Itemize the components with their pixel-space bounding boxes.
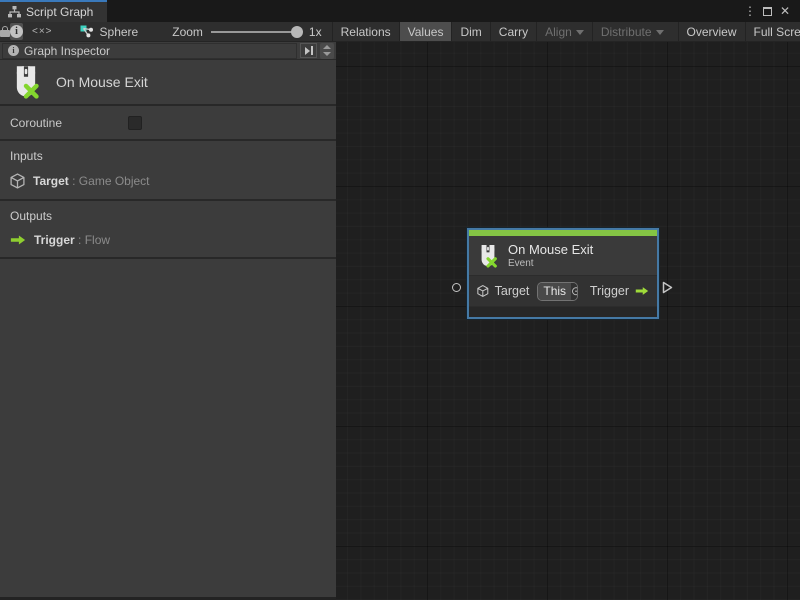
zoom-label: Zoom xyxy=(172,25,203,39)
graph-inspector-title: Graph Inspector xyxy=(24,44,110,58)
inputs-heading: Inputs xyxy=(10,149,326,163)
tab-script-graph[interactable]: Script Graph xyxy=(0,0,107,22)
overview-button[interactable]: Overview xyxy=(678,22,745,41)
lock-button[interactable] xyxy=(0,22,10,41)
trigger-port-label: Trigger xyxy=(590,284,629,298)
arrow-up-icon xyxy=(323,45,331,49)
flow-arrow-icon xyxy=(10,234,26,246)
output-type: : Flow xyxy=(78,233,110,247)
node-header[interactable]: On Mouse Exit Event xyxy=(469,236,657,275)
event-header: On Mouse Exit xyxy=(0,60,336,106)
window-controls: ⋮ ✕ xyxy=(743,0,800,22)
target-value[interactable]: This xyxy=(538,283,571,300)
inspector-toggle-button[interactable]: i xyxy=(10,23,23,40)
tab-bar: Script Graph ⋮ ✕ xyxy=(0,0,800,22)
outputs-section: Outputs Trigger : Flow xyxy=(0,201,336,259)
target-port-label: Target xyxy=(495,284,530,298)
event-title: On Mouse Exit xyxy=(56,74,148,90)
info-icon: i xyxy=(8,45,19,56)
zoom-slider[interactable] xyxy=(211,22,301,42)
node-subtitle: Event xyxy=(508,258,593,269)
trigger-arrow-icon[interactable] xyxy=(635,285,649,297)
lock-icon xyxy=(0,26,10,37)
output-trigger-row: Trigger : Flow xyxy=(10,233,326,247)
mouse-exit-icon xyxy=(477,244,499,268)
tab-label: Script Graph xyxy=(26,5,93,19)
node-output-edge-port[interactable] xyxy=(662,281,673,294)
graph-inspector-titlebox: i Graph Inspector xyxy=(2,43,297,59)
node-footer xyxy=(469,306,657,317)
node-port-row: Target This ⊙ Trigger xyxy=(469,275,657,306)
input-type: : Game Object xyxy=(72,174,149,188)
distribute-button[interactable]: Distribute xyxy=(592,22,672,41)
input-target-row: Target : Game Object xyxy=(10,173,326,189)
dock-arrow-icon xyxy=(305,47,310,55)
script-graph-window: Script Graph ⋮ ✕ i <×> Sp xyxy=(0,0,800,600)
input-name: Target xyxy=(33,174,69,188)
info-icon: i xyxy=(10,25,23,38)
outputs-heading: Outputs xyxy=(10,209,326,223)
target-object-picker[interactable]: This ⊙ xyxy=(537,282,578,301)
menu-icon[interactable]: ⋮ xyxy=(743,4,757,18)
graph-object-label: Sphere xyxy=(100,25,139,39)
graph-inspector-panel: i Graph Inspector On Mouse Exit xyxy=(0,42,336,597)
code-icon: <×> xyxy=(32,26,53,37)
dim-button[interactable]: Dim xyxy=(451,22,489,41)
toolbar-buttons: Relations Values Dim Carry Align Distrib… xyxy=(332,22,800,41)
panel-scroll-spinner[interactable] xyxy=(320,43,334,59)
graph-canvas[interactable]: On Mouse Exit Event Target This ⊙ Trigge… xyxy=(336,42,800,600)
script-graph-icon xyxy=(8,6,21,18)
values-button[interactable]: Values xyxy=(399,22,452,41)
align-button[interactable]: Align xyxy=(536,22,592,41)
zoom-value: 1x xyxy=(309,25,322,39)
script-graph-asset-icon xyxy=(80,25,94,38)
dropdown-caret-icon xyxy=(576,30,584,35)
coroutine-checkbox[interactable] xyxy=(128,116,142,130)
zoom-slider-track[interactable] xyxy=(211,31,301,33)
dropdown-caret-icon xyxy=(656,30,664,35)
carry-button[interactable]: Carry xyxy=(490,22,536,41)
node-title: On Mouse Exit xyxy=(508,242,593,257)
dock-panel-button[interactable] xyxy=(300,43,317,58)
coroutine-label: Coroutine xyxy=(10,116,128,130)
arrow-down-icon xyxy=(323,52,331,56)
edit-script-button[interactable]: <×> xyxy=(23,22,62,41)
output-name: Trigger xyxy=(34,233,75,247)
maximize-icon[interactable] xyxy=(763,7,772,16)
close-icon[interactable]: ✕ xyxy=(778,4,792,18)
zoom-slider-knob[interactable] xyxy=(291,26,303,38)
node-input-edge-port[interactable] xyxy=(452,283,461,292)
zoom-control: Zoom 1x xyxy=(150,22,329,41)
coroutine-row: Coroutine xyxy=(0,106,336,141)
mouse-exit-icon xyxy=(10,65,42,99)
on-mouse-exit-node[interactable]: On Mouse Exit Event Target This ⊙ Trigge… xyxy=(467,228,659,319)
game-object-icon xyxy=(477,283,489,299)
game-object-icon xyxy=(10,173,25,189)
relations-button[interactable]: Relations xyxy=(332,22,399,41)
full-screen-button[interactable]: Full Screen xyxy=(745,22,800,41)
object-picker-icon[interactable]: ⊙ xyxy=(571,283,578,300)
graph-inspector-header: i Graph Inspector xyxy=(0,42,336,60)
graph-toolbar: i <×> Sphere Zoom 1x Relations xyxy=(0,22,800,42)
graph-object-breadcrumb[interactable]: Sphere xyxy=(62,22,151,41)
inputs-section: Inputs Target : Game Object xyxy=(0,141,336,201)
